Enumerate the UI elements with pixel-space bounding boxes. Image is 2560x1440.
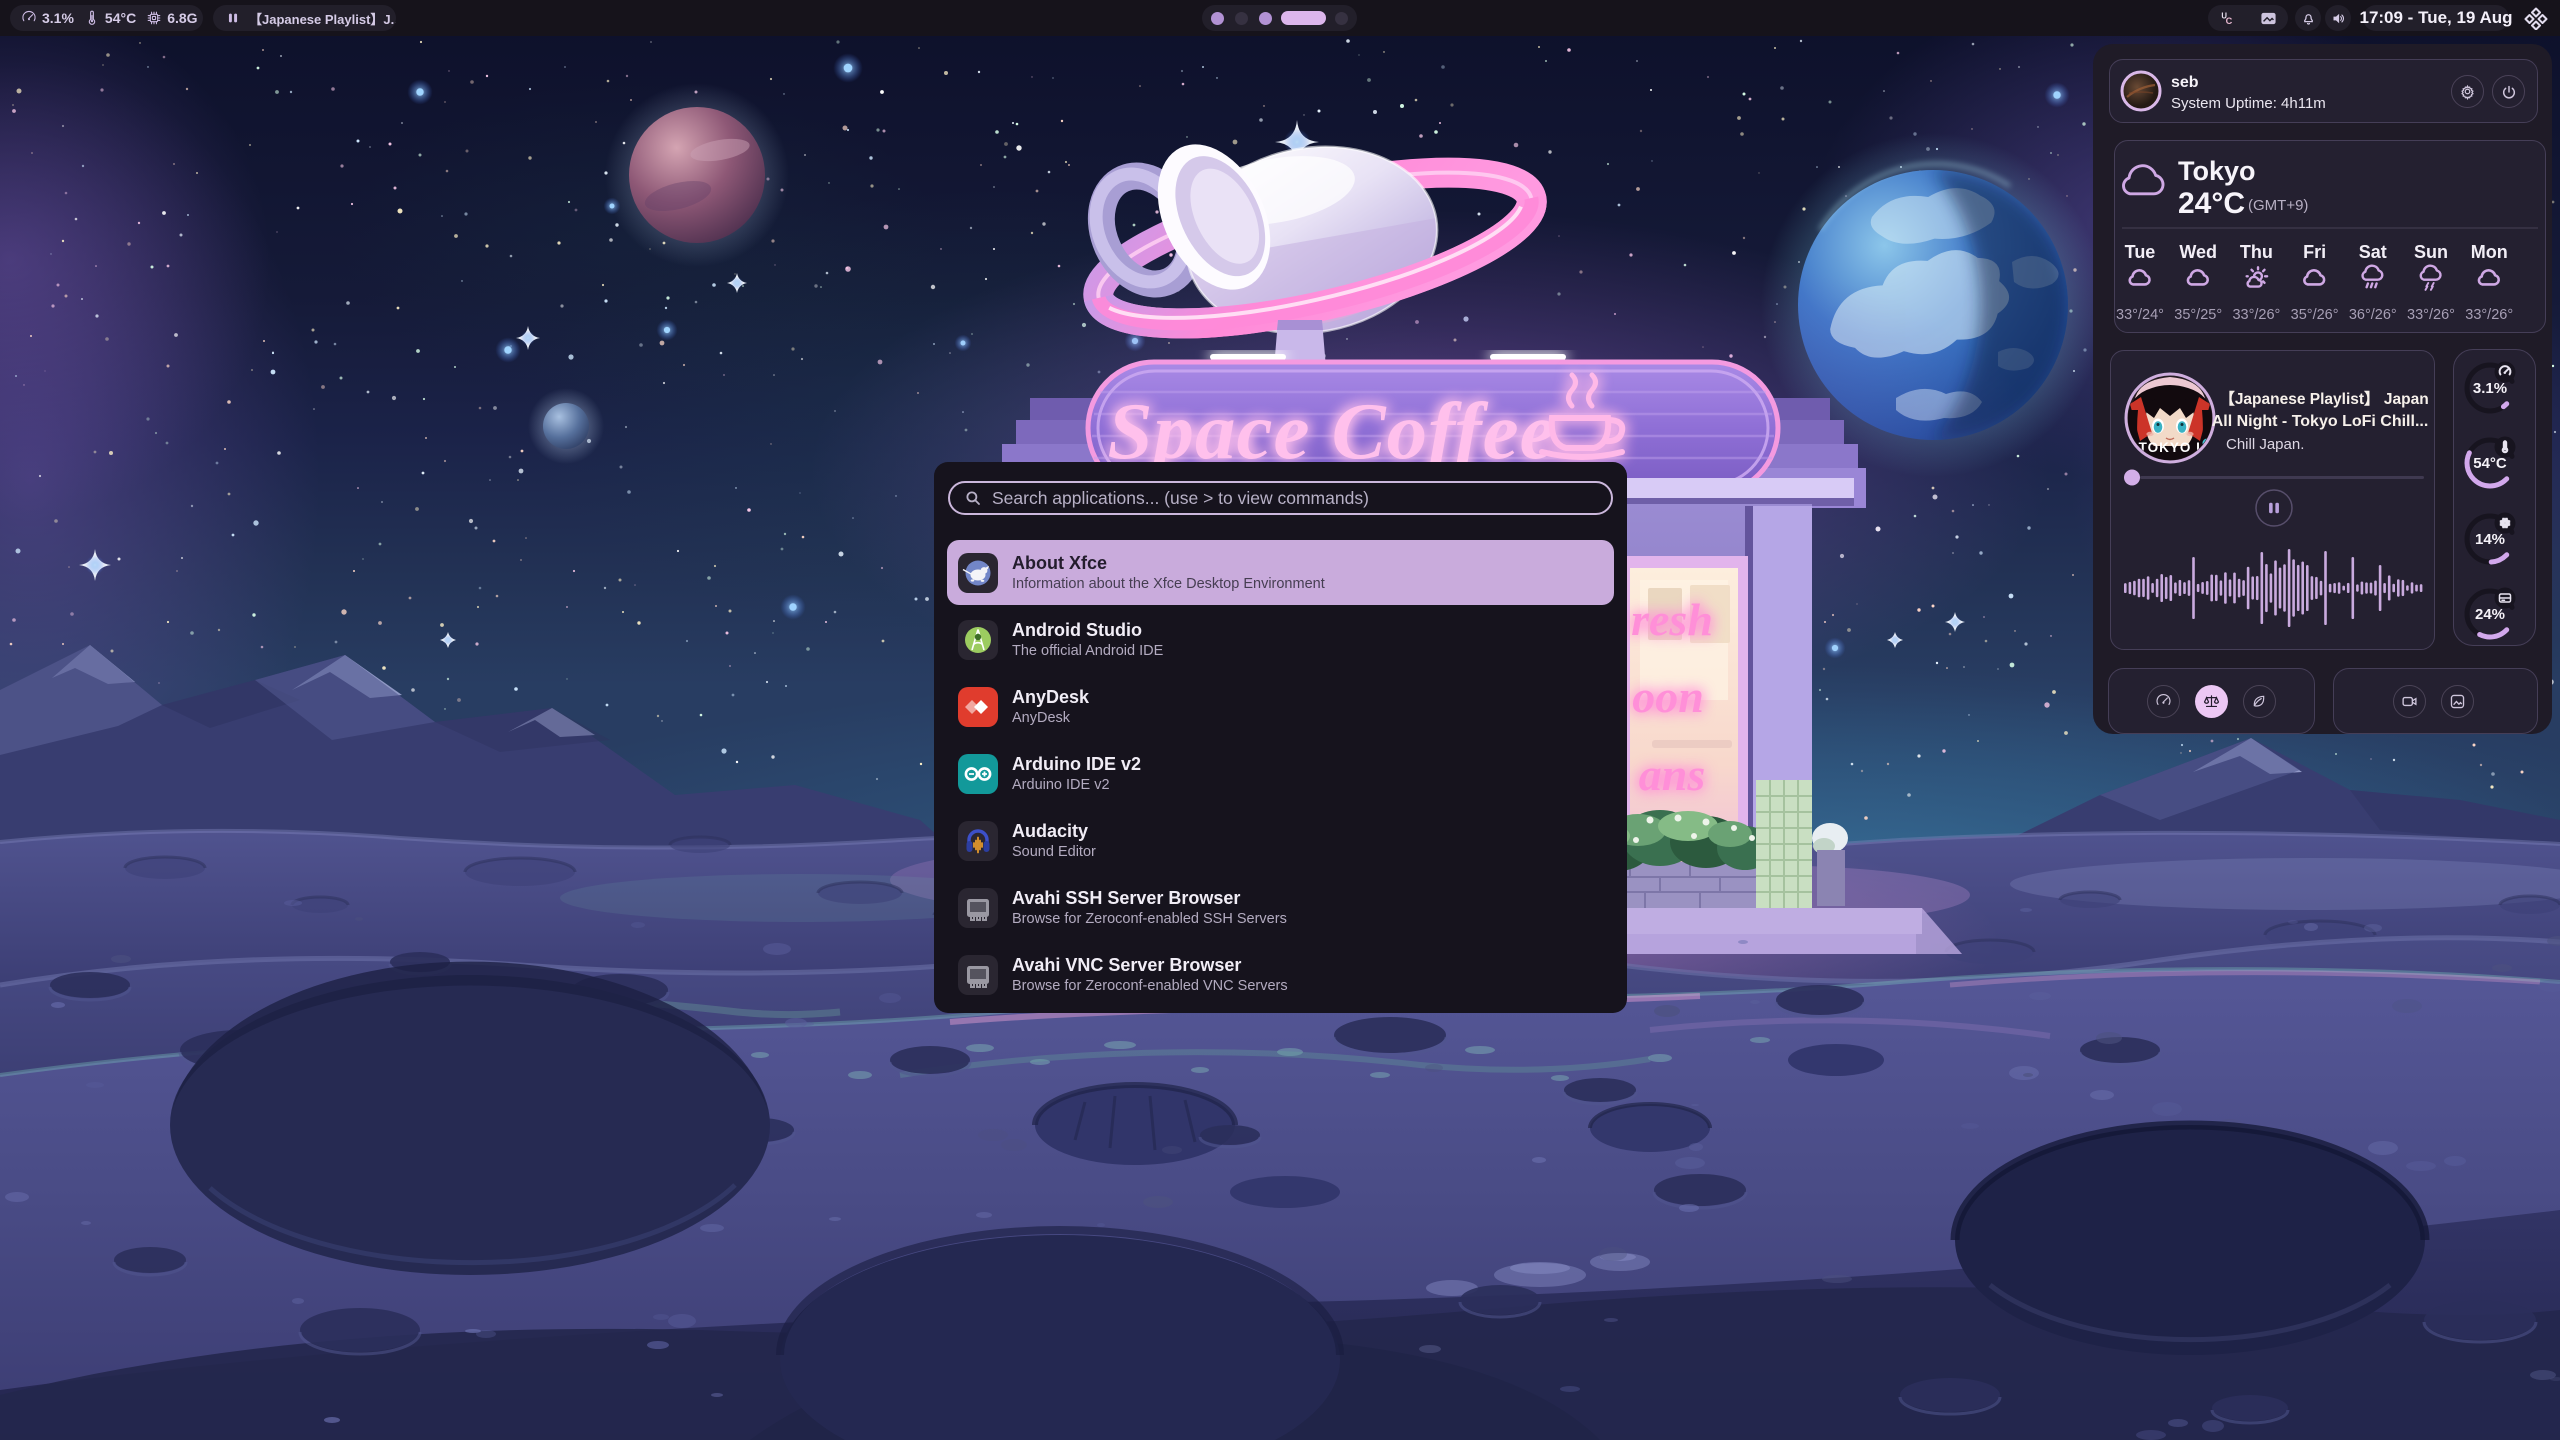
svg-text:Thu: Thu <box>2240 242 2273 262</box>
svg-text:All Night - Tokyo LoFi Chill..: All Night - Tokyo LoFi Chill... <box>2212 413 2429 430</box>
svg-text:Tue: Tue <box>2125 242 2156 262</box>
svg-text:Sun: Sun <box>2414 242 2448 262</box>
svg-text:54°C: 54°C <box>2473 455 2507 472</box>
svg-text:35°/25°: 35°/25° <box>2174 307 2222 323</box>
svg-text:Fri: Fri <box>2303 242 2326 262</box>
svg-text:Wed: Wed <box>2179 242 2217 262</box>
svg-text:Mon: Mon <box>2471 242 2508 262</box>
svg-text:resh: resh <box>1631 594 1713 645</box>
svg-text:33°/26°: 33°/26° <box>2465 307 2513 323</box>
svg-text:35°/26°: 35°/26° <box>2291 307 2339 323</box>
svg-text:14%: 14% <box>2475 531 2505 548</box>
svg-text:Sat: Sat <box>2359 242 2387 262</box>
svg-text:Chill Japan.: Chill Japan. <box>2226 436 2304 453</box>
svg-text:33°/26°: 33°/26° <box>2232 307 2280 323</box>
svg-text:ans: ans <box>1639 749 1705 800</box>
svg-text:36°/26°: 36°/26° <box>2349 307 2397 323</box>
svg-text:33°/26°: 33°/26° <box>2407 307 2455 323</box>
svg-text:【Japanese Playlist】 Japan: 【Japanese Playlist】 Japan <box>2219 390 2428 408</box>
svg-text:33°/24°: 33°/24° <box>2116 307 2164 323</box>
svg-text:oon: oon <box>1632 671 1704 722</box>
svg-text:24%: 24% <box>2475 606 2505 623</box>
svg-text:3.1%: 3.1% <box>2473 380 2507 397</box>
svg-text:24°C: 24°C <box>2178 187 2245 220</box>
svg-text:(GMT+9): (GMT+9) <box>2248 197 2308 214</box>
svg-text:C: C <box>2225 16 2232 26</box>
svg-text:Tokyo: Tokyo <box>2178 156 2256 186</box>
